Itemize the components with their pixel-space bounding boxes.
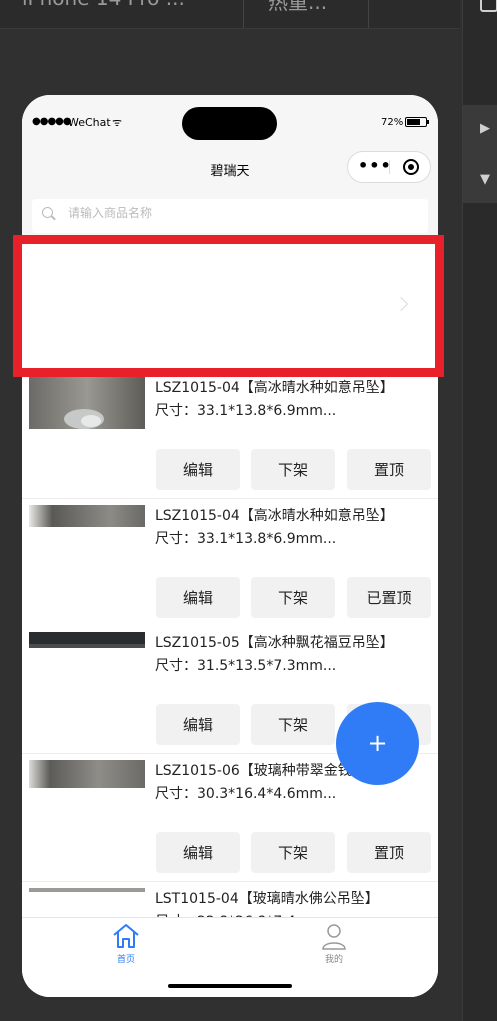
product-title: LSZ1015-04【高冰晴水种如意吊坠】	[155, 508, 394, 524]
product-thumbnail[interactable]	[29, 377, 145, 429]
home-indicator	[168, 984, 292, 988]
search-box[interactable]	[32, 199, 428, 233]
nav-bar: 碧瑞天 •••	[22, 145, 438, 187]
capsule-divider	[389, 160, 390, 174]
edit-button[interactable]: 编辑	[156, 449, 240, 490]
search-area	[22, 187, 438, 239]
dynamic-island	[182, 107, 277, 140]
wifi-icon: ᯤ	[112, 116, 123, 129]
product-size: 尺寸：33.1*13.8*6.9mm...	[155, 403, 337, 419]
delist-button[interactable]: 下架	[251, 832, 335, 873]
delist-button[interactable]: 下架	[251, 704, 335, 745]
product-title: LST1015-04【玻璃晴水佛公吊坠】	[155, 891, 379, 907]
close-mini-program-icon[interactable]	[403, 159, 419, 175]
highlight-box	[13, 235, 444, 377]
battery-icon	[405, 117, 427, 127]
signal-icon: ●●●●●	[32, 116, 72, 127]
tab-divider	[243, 0, 244, 28]
expand-right-icon[interactable]: ▶	[480, 121, 490, 136]
home-icon	[113, 924, 139, 948]
phone-screen: ●●●●● WeChat ᯤ 72% 碧瑞天 ••• LSZ1015-04【高冰…	[22, 95, 438, 997]
pinned-button[interactable]: 已置顶	[347, 577, 431, 618]
product-item: LSZ1015-04【高冰晴水种如意吊坠】 尺寸：33.1*13.8*6.9mm…	[22, 371, 438, 499]
simulator-tab-second[interactable]: 热重...	[268, 0, 327, 15]
search-input[interactable]	[68, 206, 408, 220]
product-title: LSZ1015-04【高冰晴水种如意吊坠】	[155, 380, 394, 396]
edit-button[interactable]: 编辑	[156, 832, 240, 873]
right-side-panel: ▶ ▼	[463, 105, 497, 203]
product-thumbnail[interactable]	[29, 632, 145, 648]
delist-button[interactable]: 下架	[251, 577, 335, 618]
tab-mine-label: 我的	[324, 955, 343, 965]
simulator-tab-bar: iPhone 14 Pro ... 热重...	[0, 0, 460, 29]
carrier-label: WeChat	[68, 116, 111, 129]
battery-cap	[427, 120, 429, 124]
edit-button[interactable]: 编辑	[156, 577, 240, 618]
window-icon[interactable]	[480, 0, 497, 12]
product-size: 尺寸：31.5*13.5*7.3mm...	[155, 658, 337, 674]
mini-program-capsule: •••	[347, 151, 431, 183]
tab-divider	[368, 0, 369, 28]
collapse-down-icon[interactable]: ▼	[480, 172, 490, 187]
user-icon	[322, 924, 346, 950]
tab-home-label: 首页	[116, 955, 135, 965]
simulator-tab-device[interactable]: iPhone 14 Pro ...	[22, 0, 185, 10]
add-product-button[interactable]: +	[336, 702, 419, 785]
pin-top-button[interactable]: 置顶	[347, 449, 431, 490]
product-size: 尺寸：33.1*13.8*6.9mm...	[155, 531, 337, 547]
status-bar: ●●●●● WeChat ᯤ 72%	[22, 95, 438, 145]
product-thumbnail[interactable]	[29, 505, 145, 527]
more-menu-icon[interactable]: •••	[358, 156, 392, 175]
delist-button[interactable]: 下架	[251, 449, 335, 490]
search-icon	[42, 207, 53, 218]
pin-top-button[interactable]: 置顶	[347, 832, 431, 873]
product-thumbnail[interactable]	[29, 888, 145, 892]
edit-button[interactable]: 编辑	[156, 704, 240, 745]
product-thumbnail[interactable]	[29, 760, 145, 788]
tab-mine[interactable]: 我的	[312, 922, 356, 965]
tab-home[interactable]: 首页	[104, 922, 148, 965]
battery-percent: 72%	[381, 117, 404, 128]
product-item: LSZ1015-04【高冰晴水种如意吊坠】 尺寸：33.1*13.8*6.9mm…	[22, 499, 438, 627]
product-size: 尺寸：30.3*16.4*4.6mm...	[155, 786, 337, 802]
product-title: LSZ1015-05【高冰种飘花福豆吊坠】	[155, 635, 394, 651]
